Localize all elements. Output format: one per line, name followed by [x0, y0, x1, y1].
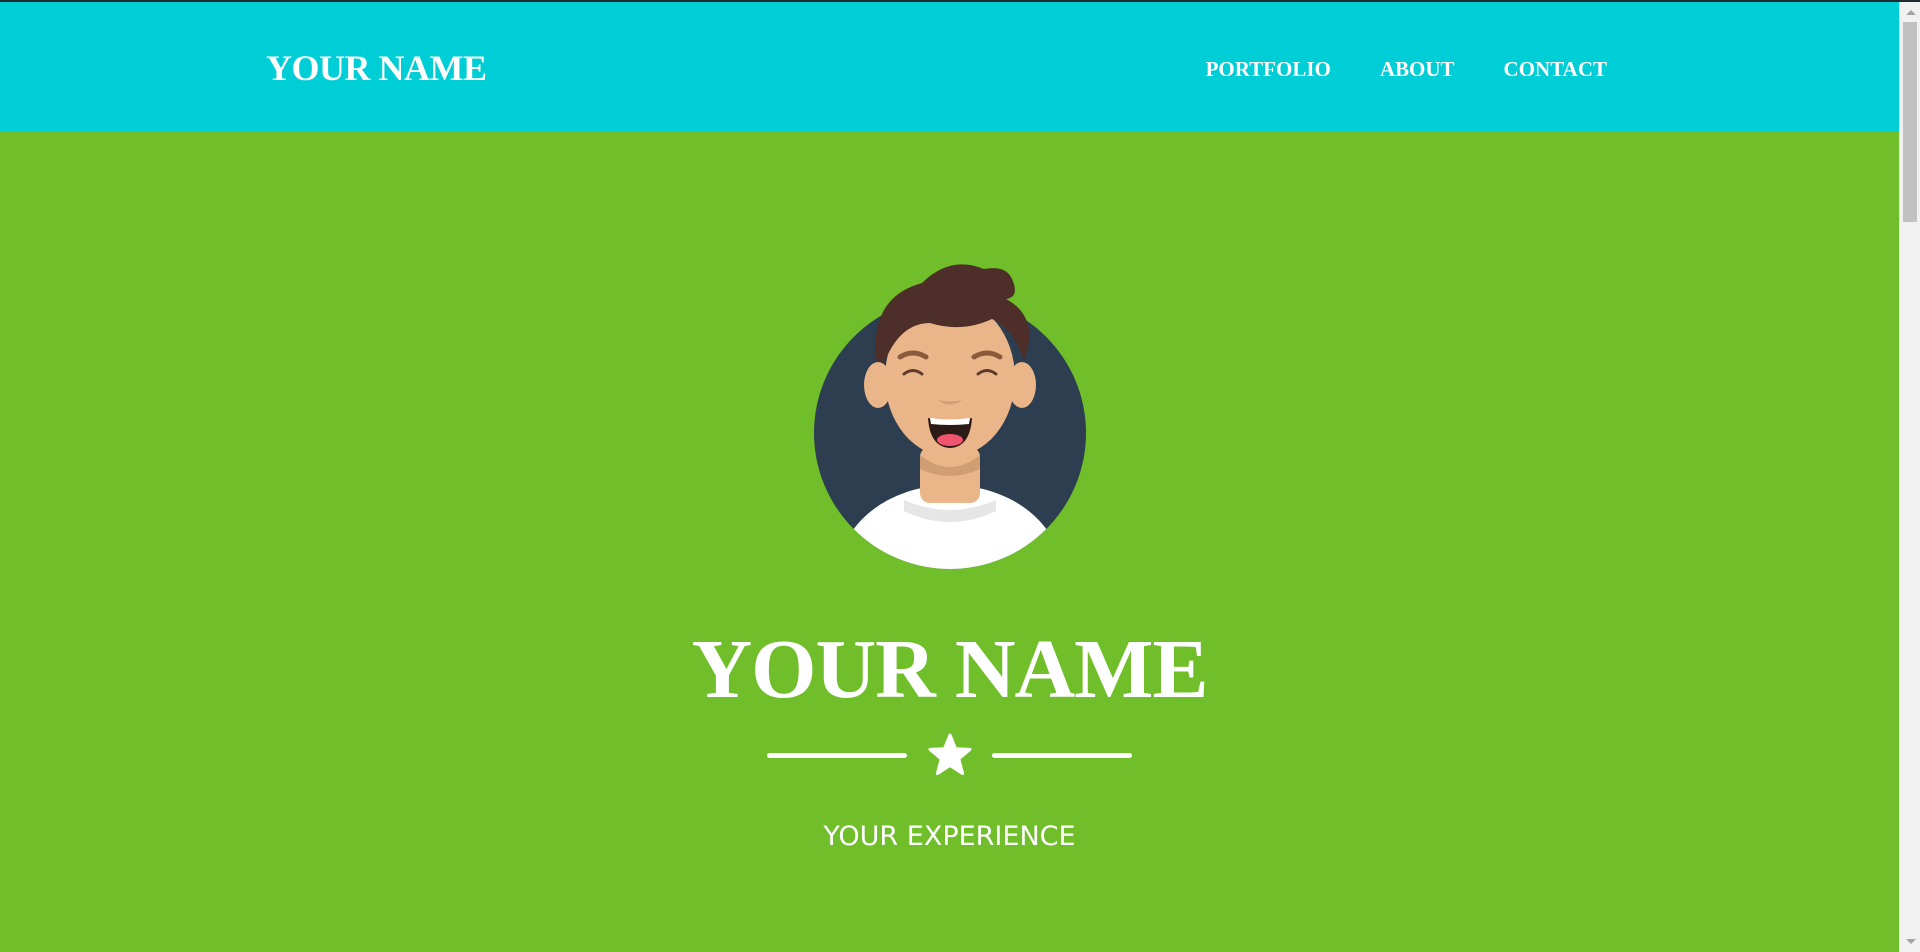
- scroll-down-arrow-icon[interactable]: [1906, 939, 1916, 944]
- hero-subtitle: YOUR EXPERIENCE: [823, 821, 1076, 852]
- scroll-up-arrow-icon[interactable]: [1906, 10, 1916, 15]
- hero-title: YOUR NAME: [691, 623, 1209, 716]
- star-divider: [0, 730, 1899, 780]
- brand-link[interactable]: YOUR NAME: [266, 46, 487, 90]
- nav-link-about[interactable]: ABOUT: [1380, 57, 1455, 81]
- scrollbar-thumb[interactable]: [1903, 22, 1917, 222]
- nav-links: PORTFOLIO ABOUT CONTACT: [1206, 57, 1607, 81]
- navbar: YOUR NAME PORTFOLIO ABOUT CONTACT: [0, 2, 1899, 131]
- nav-link-contact[interactable]: CONTACT: [1504, 57, 1607, 81]
- star-icon: [928, 733, 972, 776]
- nav-link-portfolio[interactable]: PORTFOLIO: [1206, 57, 1331, 81]
- avatar-icon: [814, 264, 1086, 569]
- divider-line-right: [992, 753, 1132, 758]
- divider-line-left: [767, 753, 907, 758]
- scrollbar[interactable]: [1899, 2, 1920, 952]
- page: YOUR NAME PORTFOLIO ABOUT CONTACT YOUR N…: [0, 0, 1920, 952]
